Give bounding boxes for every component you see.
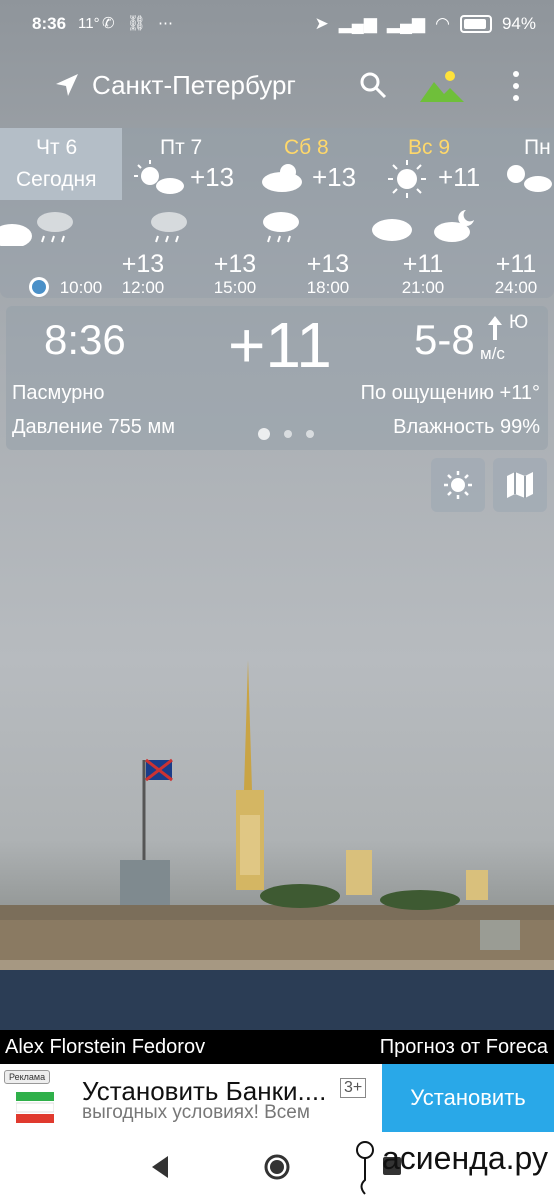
- map-button[interactable]: [493, 458, 547, 512]
- cloud-icon: [0, 224, 32, 246]
- day-sun[interactable]: Вс 9 +11: [382, 128, 502, 200]
- day-sub: Сегодня: [16, 168, 97, 191]
- wifi-icon: ◠: [435, 14, 450, 33]
- page-dot: [306, 430, 314, 438]
- pressure: Давление 755 мм: [12, 416, 175, 438]
- ad-subtitle: выгодных условиях! Всем: [82, 1102, 310, 1123]
- day-mon[interactable]: Пн: [502, 128, 554, 200]
- day-name: Вс 9: [408, 136, 451, 159]
- back-icon[interactable]: [150, 1156, 170, 1178]
- location-arrow-icon[interactable]: [54, 72, 80, 98]
- more-icon[interactable]: [506, 68, 526, 104]
- watermark-logo-icon: [356, 1141, 374, 1195]
- hour-temp: +13: [213, 250, 257, 278]
- sun-icon: [388, 160, 426, 198]
- page-dot-active: [258, 428, 270, 440]
- day-name: Чт 6: [36, 136, 78, 159]
- daily-forecast-strip: Чт 6 Сегодня Пт 7 +13 Сб 8 +13 Вс 9 +11 …: [0, 128, 554, 200]
- day-name: Пт 7: [160, 136, 203, 159]
- app-bar: Санкт-Петербург: [0, 58, 554, 114]
- age-rating: 3+: [340, 1078, 367, 1098]
- sun-gear-icon: [444, 471, 472, 499]
- day-today[interactable]: Чт 6 Сегодня: [0, 128, 122, 200]
- hour-temp: +13: [121, 250, 165, 278]
- city-name[interactable]: Санкт-Петербург: [92, 70, 296, 101]
- day-name: Сб 8: [284, 136, 329, 159]
- rain-cloud-icon: [151, 212, 187, 243]
- rain-cloud-icon: [263, 212, 299, 243]
- hour-temp: +11: [402, 250, 444, 278]
- cloud-icon: [372, 219, 412, 241]
- night-cloud-icon: [434, 210, 474, 242]
- hour-temp: +11: [495, 250, 537, 278]
- current-time: 8:36: [44, 316, 126, 363]
- photo-author[interactable]: Alex Florstein Fedorov: [5, 1036, 205, 1059]
- wind-arrow-icon: [488, 316, 502, 340]
- ad-label: Реклама: [4, 1070, 51, 1084]
- photo-credit-bar: Alex Florstein Fedorov Прогноз от Foreca: [0, 1030, 554, 1064]
- install-button[interactable]: Установить: [382, 1064, 554, 1132]
- signal-2-icon: ▂▄▆: [386, 14, 426, 33]
- day-name: Пн: [524, 136, 551, 159]
- condition-text: Пасмурно: [12, 382, 105, 404]
- status-right: ➤ ▂▄▆ ▂▄▆ ◠ 94%: [314, 14, 536, 34]
- search-icon[interactable]: [358, 70, 388, 100]
- rain-cloud-icon: [37, 212, 73, 243]
- sun-details-button[interactable]: [431, 458, 485, 512]
- wind-unit: м/с: [480, 344, 505, 363]
- landscape-icon[interactable]: [420, 70, 464, 102]
- hourly-forecast-strip: 10:00 +13 12:00 +13 15:00 +13 18:00 +11 …: [0, 200, 554, 298]
- battery-icon: [459, 15, 492, 33]
- watermark: асиенда.ру: [382, 1140, 548, 1176]
- page-dot: [284, 430, 292, 438]
- hour-time: 12:00: [121, 278, 165, 297]
- status-bar: 8:36 11° ✆ ⛓ ⋯ ➤ ▂▄▆ ▂▄▆ ◠ 94%: [0, 0, 554, 50]
- feels-like: По ощущению +11°: [360, 382, 540, 404]
- current-temp: +11: [228, 309, 332, 381]
- notification-icons: ✆ ⛓ ⋯: [102, 15, 177, 32]
- hour-time: 15:00: [213, 278, 257, 297]
- day-fri[interactable]: Пт 7 +13: [122, 128, 252, 200]
- forecast-source[interactable]: Прогноз от Foreca: [380, 1036, 548, 1059]
- signal-icon: ▂▄▆: [338, 14, 377, 33]
- day-temp: +13: [190, 162, 235, 192]
- battery-percent: 94%: [501, 14, 536, 33]
- cloudy-sun-icon: [262, 164, 302, 192]
- humidity: Влажность 99%: [393, 416, 540, 438]
- day-temp: +13: [312, 162, 357, 192]
- home-icon[interactable]: [264, 1154, 290, 1180]
- hour-time: 24:00: [494, 278, 538, 297]
- hour-time: 18:00: [306, 278, 350, 297]
- status-temp: 11°: [78, 15, 100, 32]
- wind-direction: Ю: [509, 312, 529, 333]
- hour-time: 10:00: [59, 278, 103, 297]
- day-sat[interactable]: Сб 8 +13: [252, 128, 382, 200]
- day-temp: +11: [438, 162, 481, 192]
- map-icon: [507, 472, 533, 498]
- page-indicator: [258, 428, 314, 440]
- hour-temp: +13: [306, 250, 350, 278]
- status-time: 8:36: [32, 14, 67, 33]
- wind-speed: 5-8: [414, 316, 475, 363]
- location-status-icon: ➤: [314, 14, 329, 33]
- partly-cloudy-icon: [134, 160, 184, 194]
- current-weather-card[interactable]: 8:36 +11 5-8 Ю м/с Пасмурно По ощущению …: [6, 306, 548, 450]
- hour-time: 21:00: [401, 278, 445, 297]
- ad-banner[interactable]: Реклама Установить Банки.... 3+ выгодных…: [0, 1064, 554, 1132]
- partly-cloudy-icon: [507, 165, 552, 192]
- bank-logo-icon: [16, 1092, 54, 1123]
